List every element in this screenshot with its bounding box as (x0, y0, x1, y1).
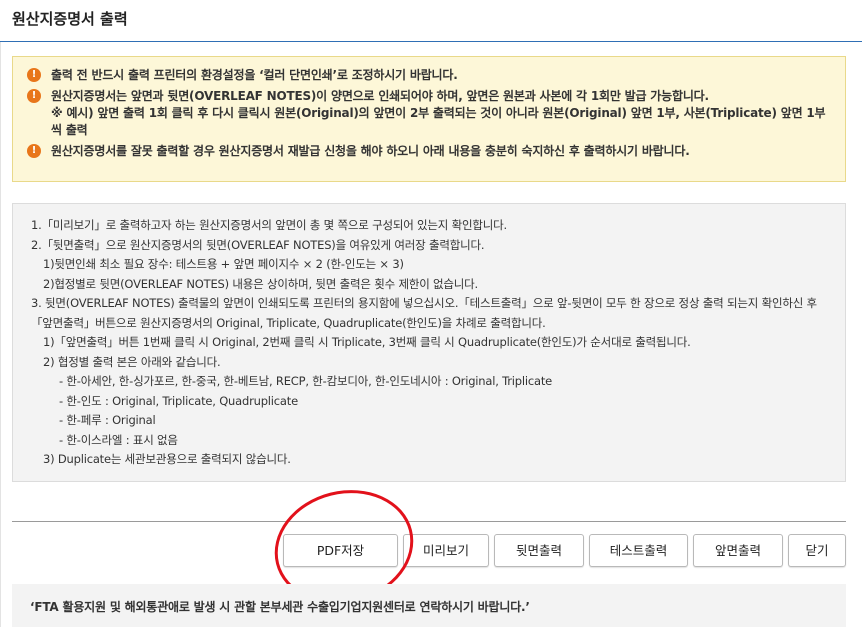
guide-line: 1)「앞면출력」버튼 1번째 클릭 시 Original, 2번째 클릭 시 T… (43, 335, 691, 349)
print-guide-box: 1.「미리보기」로 출력하고자 하는 원산지증명서의 앞면이 총 몇 쪽으로 구… (12, 203, 846, 482)
notice-item: ! 출력 전 반드시 출력 프린터의 환경설정을 ‘컬러 단면인쇄’로 조정하시… (27, 66, 833, 84)
guide-line: 2)협정별로 뒷면(OVERLEAF NOTES) 내용은 상이하며, 뒷면 출… (43, 276, 479, 291)
pdf-save-button[interactable]: PDF저장 (283, 534, 398, 567)
guide-line: 1)뒷면인쇄 최소 필요 장수: 테스트용 + 앞면 페이지수 × 2 (한-인… (43, 257, 404, 271)
divider (12, 521, 846, 522)
guide-line: 1.「미리보기」로 출력하고자 하는 원산지증명서의 앞면이 총 몇 쪽으로 구… (31, 218, 507, 232)
front-print-button[interactable]: 앞면출력 (693, 534, 783, 567)
notice-item: ! 원산지증명서를 잘못 출력할 경우 원산지증명서 재발급 신청을 해야 하오… (27, 142, 833, 160)
footer-text: ‘FTA 활용지원 및 해외통관애로 발생 시 관할 본부세관 수출입기업지원센… (30, 600, 530, 614)
window-title: 원산지증명서 출력 (12, 10, 128, 28)
guide-line: 3) Duplicate는 세관보관용으로 출력되지 않습니다. (43, 452, 291, 466)
notice-text: 출력 전 반드시 출력 프린터의 환경설정을 ‘컬러 단면인쇄’로 조정하시기 … (51, 68, 458, 82)
guide-line: - 한-페루 : Original (59, 413, 156, 427)
guide-line: 2) 협정별 출력 본은 아래와 같습니다. (43, 354, 221, 369)
title-bar: 원산지증명서 출력 (0, 0, 862, 42)
notice-example: ※ 예시) 앞면 출력 1회 클릭 후 다시 클릭시 원본(Original)의… (51, 106, 826, 137)
guide-line: 3. 뒷면(OVERLEAF NOTES) 출력물의 앞면이 인쇄되도록 프린터… (31, 296, 817, 330)
close-button[interactable]: 닫기 (788, 534, 846, 567)
guide-line: - 한-아세안, 한-싱가포르, 한-중국, 한-베트남, RECP, 한-캄보… (59, 374, 553, 388)
footer-notice: ‘FTA 활용지원 및 해외통관애로 발생 시 관할 본부세관 수출입기업지원센… (12, 584, 846, 627)
guide-line: - 한-인도 : Original, Triplicate, Quadrupli… (59, 393, 298, 408)
guide-line: - 한-이스라엘 : 표시 없음 (59, 432, 178, 447)
exclamation-circle-icon: ! (27, 144, 41, 158)
left-border (0, 42, 1, 627)
preview-button[interactable]: 미리보기 (403, 534, 489, 567)
back-print-button[interactable]: 뒷면출력 (494, 534, 584, 567)
exclamation-circle-icon: ! (27, 68, 41, 82)
test-print-button[interactable]: 테스트출력 (589, 534, 688, 567)
notice-text: 원산지증명서는 앞면과 뒷면(OVERLEAF NOTES)이 양면으로 인쇄되… (51, 89, 709, 103)
notice-box: ! 출력 전 반드시 출력 프린터의 환경설정을 ‘컬러 단면인쇄’로 조정하시… (12, 56, 846, 182)
exclamation-circle-icon: ! (27, 89, 41, 103)
print-certificate-window: 원산지증명서 출력 ! 출력 전 반드시 출력 프린터의 환경설정을 ‘컬러 단… (0, 0, 862, 627)
guide-line: 2.「뒷면출력」으로 원산지증명서의 뒷면(OVERLEAF NOTES)을 여… (31, 237, 485, 252)
notice-item: ! 원산지증명서는 앞면과 뒷면(OVERLEAF NOTES)이 양면으로 인… (27, 87, 833, 139)
notice-text: 원산지증명서를 잘못 출력할 경우 원산지증명서 재발급 신청을 해야 하오니 … (51, 144, 690, 158)
